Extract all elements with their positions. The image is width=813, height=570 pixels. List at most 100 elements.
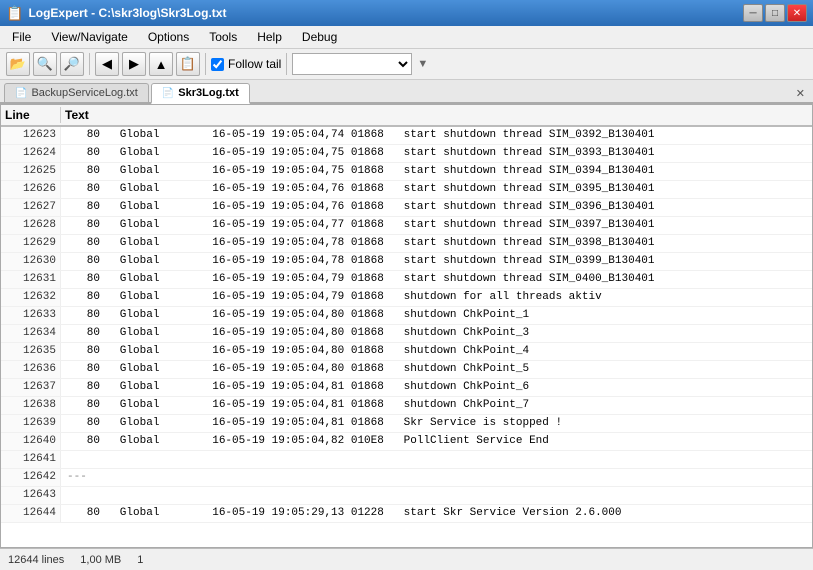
log-line-number: 12629 (1, 235, 61, 252)
log-line-text: 80 Global 16-05-19 19:05:04,76 01868 sta… (61, 199, 812, 216)
window-title: LogExpert - C:\skr3log\Skr3Log.txt (28, 6, 226, 20)
log-row: 12643 (1, 487, 812, 505)
clipboard-button[interactable]: 📋 (176, 52, 200, 76)
log-line-text: 80 Global 16-05-19 19:05:04,79 01868 sta… (61, 271, 812, 288)
log-line-text: 80 Global 16-05-19 19:05:04,78 01868 sta… (61, 253, 812, 270)
window-controls[interactable]: ─ □ ✕ (743, 4, 807, 22)
tab-skr3log[interactable]: 📄 Skr3Log.txt (151, 83, 250, 104)
log-row: 12642--- (1, 469, 812, 487)
log-line-text: 80 Global 16-05-19 19:05:04,80 01868 shu… (61, 325, 812, 342)
log-row: 12635 80 Global 16-05-19 19:05:04,80 018… (1, 343, 812, 361)
up-button[interactable]: ▲ (149, 52, 173, 76)
log-line-text: 80 Global 16-05-19 19:05:04,80 01868 shu… (61, 307, 812, 324)
follow-tail-area: Follow tail (211, 57, 281, 71)
menu-debug[interactable]: Debug (294, 28, 345, 46)
status-lines: 12644 lines (8, 554, 64, 566)
close-all-tabs-button[interactable]: ✕ (792, 85, 809, 102)
follow-tail-checkbox[interactable] (211, 58, 224, 71)
filter-dropdown[interactable] (292, 53, 412, 75)
log-line-text: 80 Global 16-05-19 19:05:04,82 010E8 Pol… (61, 433, 812, 450)
header-line-col: Line (1, 107, 61, 123)
log-line-text (61, 451, 812, 468)
log-row: 12624 80 Global 16-05-19 19:05:04,75 018… (1, 145, 812, 163)
tab-icon-backup: 📄 (15, 88, 27, 99)
log-line-number: 12624 (1, 145, 61, 162)
search-next-button[interactable]: 🔎 (60, 52, 84, 76)
log-line-text (61, 487, 812, 504)
tab-backupservicelog[interactable]: 📄 BackupServiceLog.txt (4, 83, 149, 102)
log-line-number: 12639 (1, 415, 61, 432)
close-button[interactable]: ✕ (787, 4, 807, 22)
log-body[interactable]: 12623 80 Global 16-05-19 19:05:04,74 018… (1, 127, 812, 547)
log-row: 12640 80 Global 16-05-19 19:05:04,82 010… (1, 433, 812, 451)
log-row: 12630 80 Global 16-05-19 19:05:04,78 018… (1, 253, 812, 271)
log-line-text: 80 Global 16-05-19 19:05:04,81 01868 shu… (61, 379, 812, 396)
search-button[interactable]: 🔍 (33, 52, 57, 76)
log-line-text: 80 Global 16-05-19 19:05:04,76 01868 sta… (61, 181, 812, 198)
log-row: 12644 80 Global 16-05-19 19:05:29,13 012… (1, 505, 812, 523)
menu-view-navigate[interactable]: View/Navigate (43, 28, 136, 46)
title-bar: 📋 LogExpert - C:\skr3log\Skr3Log.txt ─ □… (0, 0, 813, 26)
menu-file[interactable]: File (4, 28, 39, 46)
prev-button[interactable]: ◀ (95, 52, 119, 76)
log-line-text: 80 Global 16-05-19 19:05:04,80 01868 shu… (61, 343, 812, 360)
log-row: 12637 80 Global 16-05-19 19:05:04,81 018… (1, 379, 812, 397)
log-line-text: 80 Global 16-05-19 19:05:04,75 01868 sta… (61, 163, 812, 180)
log-line-number: 12623 (1, 127, 61, 144)
toolbar-separator-1 (89, 53, 90, 75)
log-line-text: 80 Global 16-05-19 19:05:04,78 01868 sta… (61, 235, 812, 252)
open-button[interactable]: 📂 (6, 52, 30, 76)
log-line-number: 12642 (1, 469, 61, 486)
next-button[interactable]: ▶ (122, 52, 146, 76)
log-line-text: 80 Global 16-05-19 19:05:04,77 01868 sta… (61, 217, 812, 234)
status-size: 1,00 MB (80, 554, 121, 566)
minimize-button[interactable]: ─ (743, 4, 763, 22)
log-line-number: 12640 (1, 433, 61, 450)
log-line-number: 12630 (1, 253, 61, 270)
log-line-number: 12637 (1, 379, 61, 396)
log-line-number: 12643 (1, 487, 61, 504)
log-line-number: 12626 (1, 181, 61, 198)
app-icon: 📋 (6, 5, 23, 22)
log-row: 12633 80 Global 16-05-19 19:05:04,80 018… (1, 307, 812, 325)
toolbar: 📂 🔍 🔎 ◀ ▶ ▲ 📋 Follow tail ▼ (0, 49, 813, 80)
menu-options[interactable]: Options (140, 28, 197, 46)
toolbar-separator-2 (205, 53, 206, 75)
maximize-button[interactable]: □ (765, 4, 785, 22)
log-line-number: 12635 (1, 343, 61, 360)
log-row: 12632 80 Global 16-05-19 19:05:04,79 018… (1, 289, 812, 307)
log-line-number: 12636 (1, 361, 61, 378)
log-row: 12629 80 Global 16-05-19 19:05:04,78 018… (1, 235, 812, 253)
log-row: 12626 80 Global 16-05-19 19:05:04,76 018… (1, 181, 812, 199)
log-line-number: 12634 (1, 325, 61, 342)
log-line-number: 12638 (1, 397, 61, 414)
menu-tools[interactable]: Tools (201, 28, 245, 46)
log-line-text: 80 Global 16-05-19 19:05:04,80 01868 shu… (61, 361, 812, 378)
log-line-text: 80 Global 16-05-19 19:05:04,74 01868 sta… (61, 127, 812, 144)
log-line-number: 12644 (1, 505, 61, 522)
log-line-text: 80 Global 16-05-19 19:05:04,79 01868 shu… (61, 289, 812, 306)
log-row: 12641 (1, 451, 812, 469)
log-line-number: 12632 (1, 289, 61, 306)
follow-tail-label[interactable]: Follow tail (228, 57, 281, 71)
log-row: 12623 80 Global 16-05-19 19:05:04,74 018… (1, 127, 812, 145)
log-line-text: --- (61, 469, 812, 486)
log-row: 12625 80 Global 16-05-19 19:05:04,75 018… (1, 163, 812, 181)
log-line-number: 12628 (1, 217, 61, 234)
log-row: 12628 80 Global 16-05-19 19:05:04,77 018… (1, 217, 812, 235)
tab-label-backupservicelog: BackupServiceLog.txt (31, 87, 137, 99)
tab-bar: 📄 BackupServiceLog.txt 📄 Skr3Log.txt ✕ (0, 80, 813, 104)
log-line-number: 12625 (1, 163, 61, 180)
log-line-text: 80 Global 16-05-19 19:05:04,81 01868 shu… (61, 397, 812, 414)
log-line-number: 12641 (1, 451, 61, 468)
log-row: 12638 80 Global 16-05-19 19:05:04,81 018… (1, 397, 812, 415)
menu-help[interactable]: Help (249, 28, 290, 46)
log-header: Line Text (1, 105, 812, 127)
log-line-number: 12633 (1, 307, 61, 324)
log-line-text: 80 Global 16-05-19 19:05:29,13 01228 sta… (61, 505, 812, 522)
log-container: Line Text 12623 80 Global 16-05-19 19:05… (0, 104, 813, 548)
log-line-text: 80 Global 16-05-19 19:05:04,81 01868 Skr… (61, 415, 812, 432)
log-row: 12634 80 Global 16-05-19 19:05:04,80 018… (1, 325, 812, 343)
log-line-number: 12631 (1, 271, 61, 288)
tab-label-skr3log: Skr3Log.txt (178, 87, 239, 99)
